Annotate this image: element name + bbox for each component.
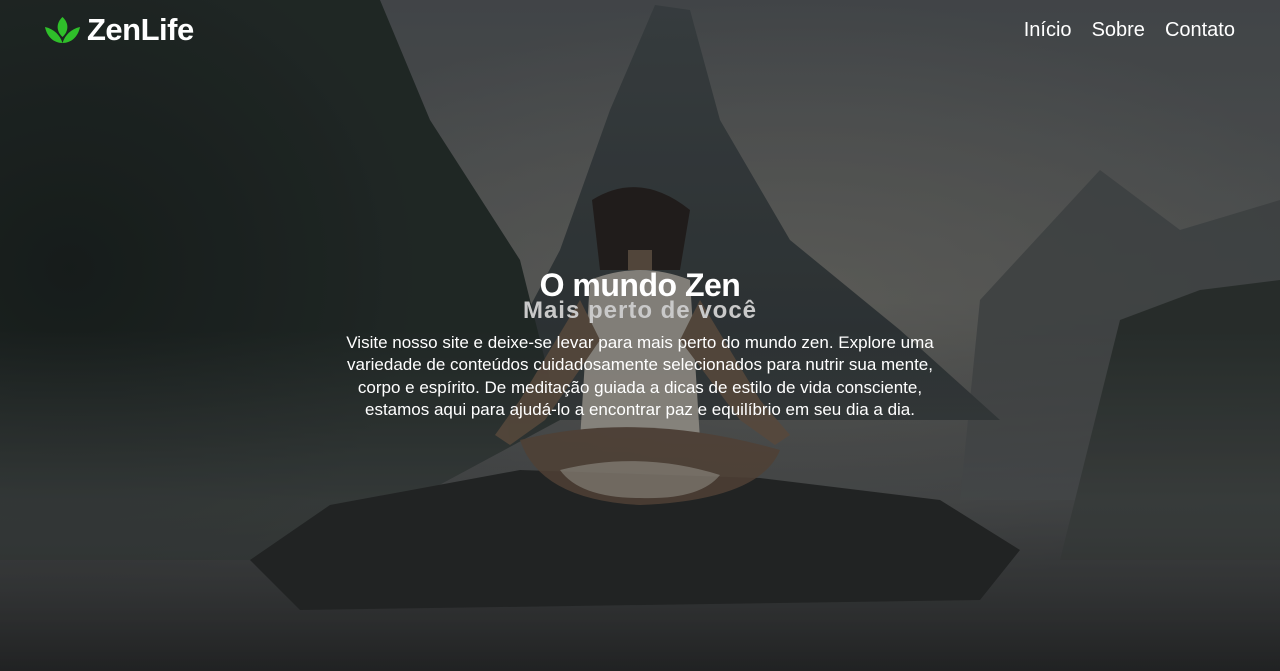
nav-link-contato[interactable]: Contato xyxy=(1165,18,1235,42)
nav-link-inicio[interactable]: Início xyxy=(1024,18,1072,42)
hero-subtitle: Mais perto de você xyxy=(522,297,758,324)
site-header: ZenLife Início Sobre Contato xyxy=(0,0,1280,62)
hero-section: ZenLife Início Sobre Contato O mundo Zen… xyxy=(0,0,1280,671)
logo-link[interactable]: ZenLife xyxy=(44,12,194,48)
brand-name: ZenLife xyxy=(87,12,194,47)
lotus-leaf-icon xyxy=(45,17,80,43)
main-nav: Início Sobre Contato xyxy=(1004,18,1235,42)
nav-link-sobre[interactable]: Sobre xyxy=(1092,18,1145,42)
hero-description: Visite nosso site e deixe-se levar para … xyxy=(346,333,934,420)
hero-content: O mundo Zen Mais perto de você Visite no… xyxy=(0,266,1280,422)
